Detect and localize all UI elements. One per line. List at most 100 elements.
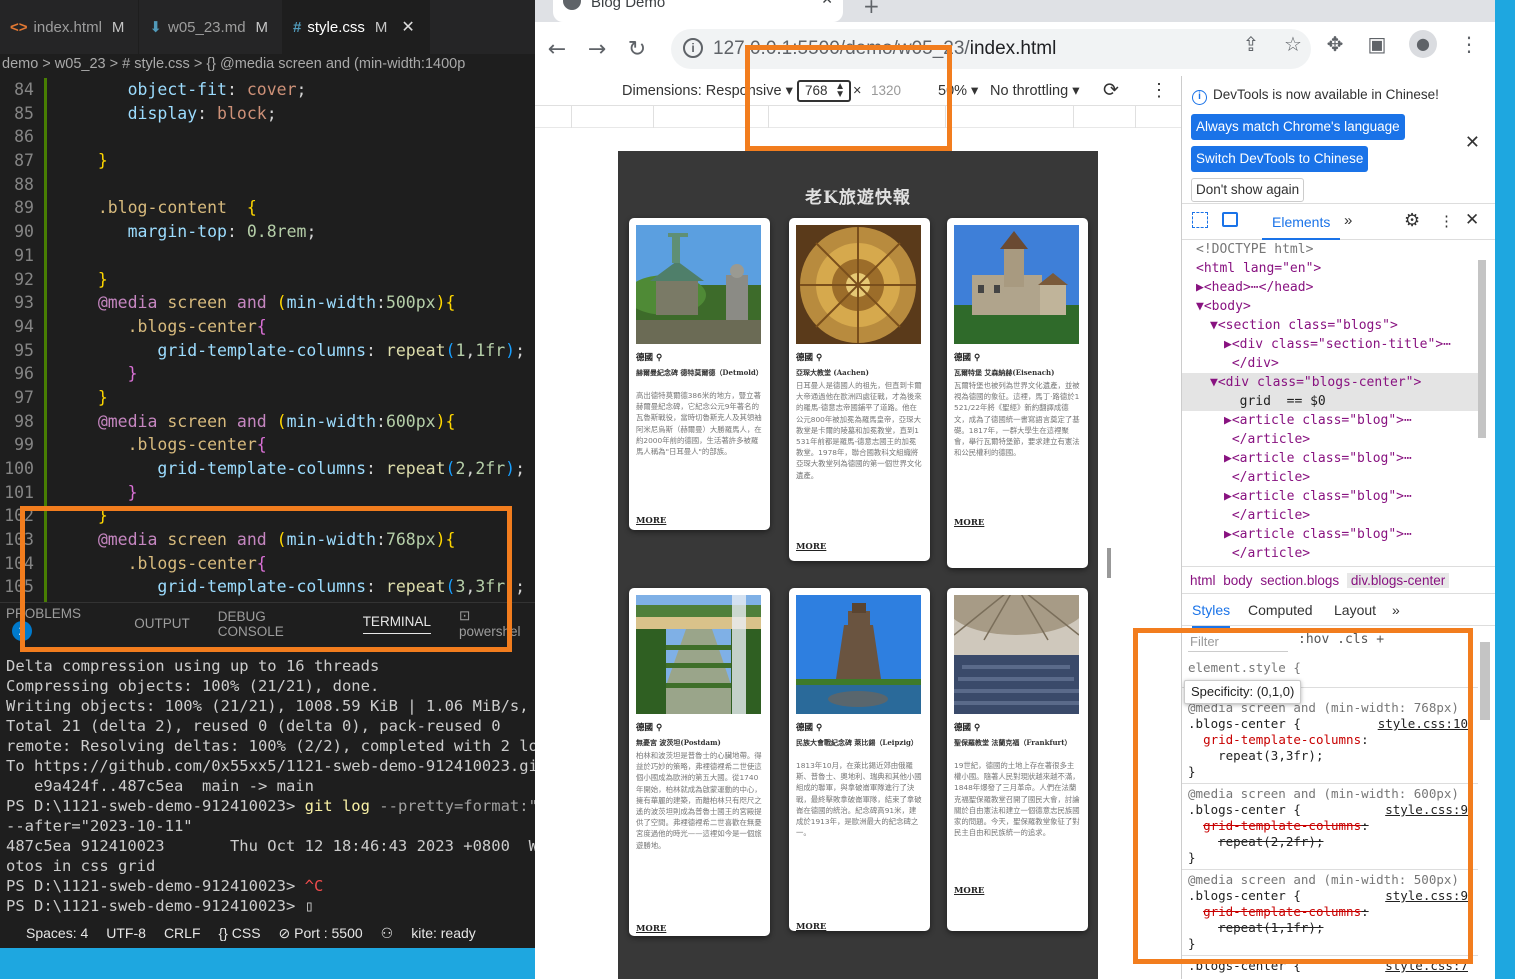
forward-arrow-icon[interactable]: →	[579, 37, 615, 62]
encoding-status[interactable]: UTF-8	[106, 925, 146, 941]
page-title: 老K旅遊快報	[805, 188, 911, 208]
back-arrow-icon[interactable]: ←	[539, 37, 575, 62]
code-line[interactable]: 93 @media screen and (min-width:500px){	[0, 291, 535, 315]
dom-node[interactable]: ▼<section class="blogs">	[1182, 316, 1478, 335]
more-link[interactable]: MORE	[636, 516, 666, 526]
code-line[interactable]: 99 .blogs-center{	[0, 433, 535, 457]
dom-node[interactable]: ▼<div class="blogs-center">	[1182, 373, 1478, 392]
kite-status[interactable]: kite: ready	[411, 925, 476, 941]
bookmark-star-icon[interactable]: ☆	[1283, 32, 1303, 56]
indent-status[interactable]: Spaces: 4	[26, 925, 88, 941]
dom-node[interactable]: </article>	[1182, 468, 1478, 487]
code-line[interactable]: 90 margin-top: 0.8rem;	[0, 220, 535, 244]
share-icon[interactable]: ⇪	[1241, 32, 1261, 56]
tab-w05-md[interactable]: ⬇ w05_23.md M	[139, 0, 284, 54]
more-link[interactable]: MORE	[954, 518, 984, 528]
more-link[interactable]: MORE	[954, 886, 984, 896]
dom-crumb[interactable]: html	[1190, 573, 1216, 588]
more-tabs-icon[interactable]: »	[1344, 212, 1352, 229]
device-more-icon[interactable]: ⋮	[1150, 80, 1168, 101]
code-line[interactable]: 98 @media screen and (min-width:600px){	[0, 410, 535, 434]
site-info-icon[interactable]: i	[683, 38, 703, 58]
dom-crumb[interactable]: div.blogs-center	[1346, 573, 1450, 588]
tab-computed[interactable]: Computed	[1248, 594, 1313, 626]
new-tab-button[interactable]: +	[863, 0, 880, 18]
device-toggle-icon[interactable]	[1222, 212, 1238, 227]
reload-icon[interactable]: ↻	[619, 37, 655, 62]
code-line[interactable]: 89 .blog-content {	[0, 196, 535, 220]
dom-scrollbar[interactable]	[1477, 246, 1487, 562]
code-line[interactable]: 100 grid-template-columns: repeat(2,2fr)…	[0, 457, 535, 481]
dom-node[interactable]: ▶<article class="blog">⋯	[1182, 487, 1478, 506]
profile-avatar-icon[interactable]: ●	[1409, 30, 1437, 58]
dom-node[interactable]: </article>	[1182, 430, 1478, 449]
code-line[interactable]: 92 }	[0, 268, 535, 292]
close-infobar-icon[interactable]: ✕	[1465, 132, 1480, 153]
dom-node[interactable]: ▼<body>	[1182, 297, 1478, 316]
dom-crumb[interactable]: body	[1223, 573, 1252, 588]
more-link[interactable]: MORE	[796, 922, 826, 931]
dont-show-again-button[interactable]: Don't show again	[1191, 178, 1305, 202]
dom-node[interactable]: <!DOCTYPE html>	[1182, 240, 1478, 259]
code-line[interactable]: 94 .blogs-center{	[0, 315, 535, 339]
more-link[interactable]: MORE	[636, 924, 666, 934]
dom-node[interactable]: grid == $0	[1182, 392, 1478, 411]
dom-node[interactable]: ▶<article class="blog">⋯	[1182, 449, 1478, 468]
browser-tab[interactable]: Blog Demo ✕	[553, 0, 843, 22]
extensions-puzzle-icon[interactable]: ✥	[1325, 32, 1345, 56]
devtools-menu-icon[interactable]: ⋮	[1439, 212, 1454, 230]
code-line[interactable]: 84 object-fit: cover;	[0, 78, 535, 102]
line-number: 94	[14, 316, 34, 336]
dom-node[interactable]: </article>	[1182, 544, 1478, 563]
copilot-icon[interactable]: ⚇	[381, 925, 394, 942]
browser-tab-title: Blog Demo	[591, 0, 666, 11]
resize-handle[interactable]	[1107, 548, 1111, 578]
dom-node[interactable]: ▶<head>⋯</head>	[1182, 278, 1478, 297]
always-match-language-button[interactable]: Always match Chrome's language	[1191, 114, 1405, 140]
code-line[interactable]: 87 }	[0, 149, 535, 173]
more-style-tabs-icon[interactable]: »	[1392, 594, 1400, 626]
close-tab-icon[interactable]: ✕	[401, 17, 414, 37]
language-status[interactable]: {} CSS	[219, 925, 261, 941]
dom-node[interactable]: </article>	[1182, 506, 1478, 525]
live-server-status[interactable]: ⊘ Port : 5500	[279, 925, 363, 942]
rotate-icon[interactable]: ⟳	[1103, 79, 1119, 102]
dom-node[interactable]: ▶<div class="section-title">⋯	[1182, 335, 1478, 354]
tab-index-html[interactable]: <> index.html M	[0, 0, 140, 54]
dom-node[interactable]: </div>	[1182, 354, 1478, 373]
switch-to-chinese-button[interactable]: Switch DevTools to Chinese	[1191, 146, 1369, 172]
throttling-dropdown[interactable]: No throttling ▾	[990, 83, 1080, 99]
blog-card: 德國 ⚲ 亞琛大教堂 (Aachen) 日耳曼人是德國人的祖先，但直到卡爾大帝通過他…	[789, 218, 930, 561]
breadcrumb[interactable]: demo > w05_23 > # style.css > {} @media …	[0, 54, 535, 74]
inspect-element-icon[interactable]	[1192, 212, 1208, 228]
code-line[interactable]: 85 display: block;	[0, 102, 535, 126]
more-link[interactable]: MORE	[796, 542, 826, 552]
terminal-line: PS D:\1121-sweb-demo-912410023> ^C	[6, 876, 535, 896]
chrome-menu-icon[interactable]: ⋮	[1459, 32, 1479, 56]
close-devtools-icon[interactable]: ✕	[1465, 210, 1479, 230]
dom-node[interactable]: <html lang="en">	[1182, 259, 1478, 278]
dom-node[interactable]: ▶<article class="blog">⋯	[1182, 525, 1478, 544]
code-line[interactable]: 101 }	[0, 481, 535, 505]
tab-layout[interactable]: Layout	[1334, 594, 1376, 626]
dom-crumb[interactable]: section.blogs	[1260, 573, 1339, 588]
side-panel-icon[interactable]: ▣	[1367, 32, 1387, 56]
styles-scrollbar[interactable]	[1478, 628, 1492, 979]
tab-style-css[interactable]: # style.css M ✕	[283, 0, 430, 54]
tab-styles[interactable]: Styles	[1192, 594, 1231, 628]
dom-node[interactable]: ▶<article class="blog">⋯	[1182, 411, 1478, 430]
code-line[interactable]: 96 }	[0, 362, 535, 386]
code-line[interactable]: 88	[0, 173, 535, 197]
gear-icon[interactable]: ⚙	[1404, 210, 1420, 231]
code-line[interactable]: 97 }	[0, 386, 535, 410]
terminal-output[interactable]: Delta compression using up to 16 threads…	[0, 656, 535, 918]
eol-status[interactable]: CRLF	[164, 925, 201, 941]
dom-tree[interactable]: <!DOCTYPE html> <html lang="en"> ▶<head>⋯<…	[1182, 240, 1478, 566]
code-line[interactable]: 95 grid-template-columns: repeat(1,1fr);	[0, 339, 535, 363]
code-line[interactable]: 86	[0, 125, 535, 149]
close-tab-icon[interactable]: ✕	[821, 0, 833, 6]
tab-elements[interactable]: Elements	[1262, 204, 1341, 240]
code-token: :	[226, 80, 247, 99]
code-line[interactable]: 91	[0, 244, 535, 268]
